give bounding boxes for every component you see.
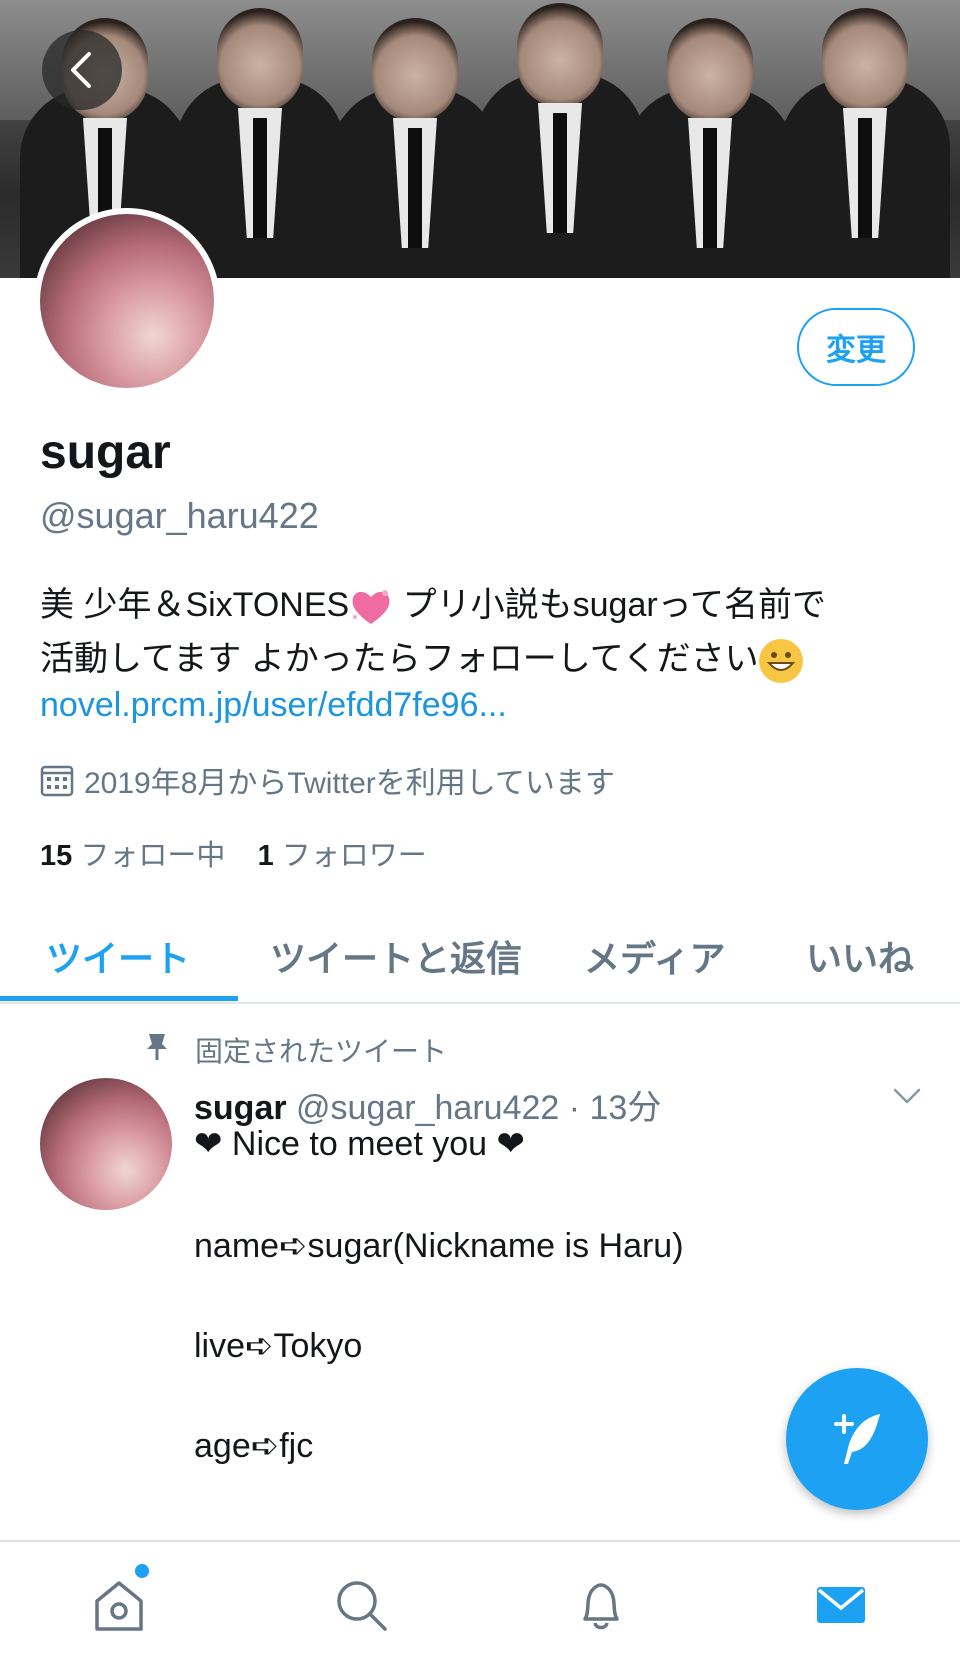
calendar-icon [40,765,74,797]
pinned-text: 固定されたツイート [195,1036,448,1067]
tab-tweets-replies[interactable]: ツイートと返信 [270,930,522,982]
nav-notifications[interactable] [568,1572,634,1638]
chevron-down-icon[interactable] [892,1086,922,1106]
joined-text: 2019年8月からTwitterを利用しています [84,767,615,800]
grinning-emoji-icon [758,639,803,684]
nav-home[interactable] [86,1572,152,1638]
tab-tweets[interactable]: ツイート [46,930,190,982]
profile-tabs: ツイート ツイートと返信 メディア いいね [0,900,960,1004]
search-icon [337,1581,387,1631]
bell-icon [583,1583,619,1630]
bio-text-1a: 美 少年＆SixTONES [40,586,350,624]
active-tab-indicator [0,996,238,1001]
compose-tweet-button[interactable] [786,1368,928,1510]
tweet-line: ❤ Nice to meet you ❤ [194,1125,525,1163]
tweet-line: live➪Tokyo [194,1327,363,1365]
followers-count: 1 [257,840,274,872]
joined-date: 2019年8月からTwitterを利用しています [40,758,615,802]
compose-tweet-icon [834,1414,880,1464]
tweet-line: name➪sugar(Nickname is Haru) [194,1227,684,1265]
following-count: 15 [40,840,73,872]
tweet-handle-time: @sugar_haru422 · 13分 [296,1089,662,1127]
pinned-tweet-label: 固定されたツイート [143,1030,447,1070]
bottom-nav [0,1540,960,1664]
tab-likes[interactable]: いいね [806,930,914,982]
tab-media[interactable]: メディア [584,930,725,982]
home-notification-dot [135,1564,149,1578]
tweet-line: age➪fjc [194,1427,314,1465]
sparkling-heart-icon [352,590,390,625]
back-arrow-icon [71,52,91,88]
following-link[interactable]: 15 フォロー中 [40,840,225,872]
followers-label: フォロワー [281,840,427,872]
edit-profile-button[interactable]: 変更 [797,308,915,386]
profile-handle: @sugar_haru422 [40,495,319,536]
nav-messages[interactable] [808,1572,874,1638]
profile-name: sugar [40,426,171,479]
profile-avatar[interactable] [34,208,220,394]
follow-counts: 15 フォロー中 1 フォロワー [40,832,427,874]
home-icon [95,1581,143,1631]
profile-bio: 美 少年＆SixTONES プリ小説もsugarって名前で 活動してます よかっ… [40,578,920,686]
bio-text-1b: プリ小説もsugarって名前で [393,586,826,624]
tweet-header: sugar @sugar_haru422 · 13分 [194,1080,661,1129]
following-label: フォロー中 [80,840,226,872]
followers-link[interactable]: 1 フォロワー [258,840,427,872]
tweet-author[interactable]: sugar [194,1089,287,1127]
nav-search[interactable] [328,1572,394,1638]
profile-link[interactable]: novel.prcm.jp/user/efdd7fe96... [40,686,507,725]
tweet-avatar[interactable] [40,1078,172,1210]
back-button[interactable] [42,30,122,110]
bio-text-2: 活動してます よかったらフォローしてください [40,640,759,678]
mail-icon [817,1587,865,1623]
pin-icon [147,1034,167,1060]
